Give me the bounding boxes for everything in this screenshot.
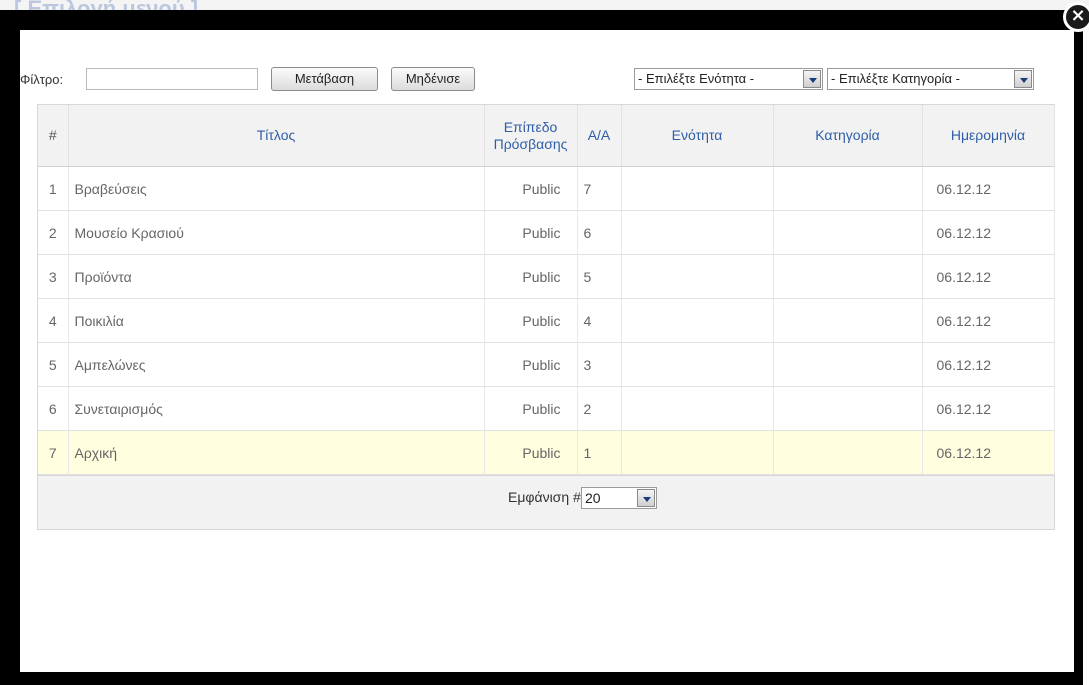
cell-date: 06.12.12 — [922, 166, 1055, 211]
cell-order: 5 — [577, 254, 622, 299]
cell-date: 06.12.12 — [922, 430, 1055, 475]
cell-title[interactable]: Βραβεύσεις — [68, 166, 485, 211]
column-header-access[interactable]: Επίπεδο Πρόσβασης — [484, 105, 578, 167]
table-row-highlighted[interactable]: 7 Αρχική Public 1 06.12.12 — [38, 430, 1055, 475]
cell-access: Public — [484, 254, 578, 299]
cell-access: Public — [484, 430, 578, 475]
cell-date: 06.12.12 — [922, 298, 1055, 343]
column-header-section[interactable]: Ενότητα — [621, 105, 774, 167]
cell-access: Public — [484, 298, 578, 343]
reset-button[interactable]: Μηδένισε — [391, 67, 475, 91]
cell-access: Public — [484, 210, 578, 255]
cell-title[interactable]: Μουσείο Κρασιού — [68, 210, 485, 255]
category-select-value: - Επιλέξτε Κατηγορία - — [831, 71, 960, 86]
data-table: # Τίτλος Επίπεδο Πρόσβασης Α/Α Ενότητα Κ… — [38, 105, 1055, 475]
cell-order: 6 — [577, 210, 622, 255]
cell-num: 7 — [38, 430, 69, 475]
cell-num: 3 — [38, 254, 69, 299]
pagination-footer: Εμφάνιση # 20 — [38, 475, 1054, 528]
table-row[interactable]: 5 Αμπελώνες Public 3 06.12.12 — [38, 342, 1055, 387]
cell-order: 7 — [577, 166, 622, 211]
menu-items-table: # Τίτλος Επίπεδο Πρόσβασης Α/Α Ενότητα Κ… — [37, 104, 1055, 530]
cell-num: 5 — [38, 342, 69, 387]
cell-order: 3 — [577, 342, 622, 387]
chevron-down-icon[interactable] — [803, 70, 821, 88]
cell-order: 2 — [577, 386, 622, 431]
table-row[interactable]: 6 Συνεταιρισμός Public 2 06.12.12 — [38, 386, 1055, 431]
table-row[interactable]: 4 Ποικιλία Public 4 06.12.12 — [38, 298, 1055, 343]
column-header-num: # — [38, 105, 69, 167]
table-row[interactable]: 1 Βραβεύσεις Public 7 06.12.12 — [38, 166, 1055, 211]
cell-section — [621, 342, 774, 387]
cell-title[interactable]: Αρχική — [68, 430, 485, 475]
cell-title[interactable]: Συνεταιρισμός — [68, 386, 485, 431]
chevron-down-icon[interactable] — [637, 489, 655, 507]
cell-date: 06.12.12 — [922, 342, 1055, 387]
cell-section — [621, 166, 774, 211]
cell-date: 06.12.12 — [922, 210, 1055, 255]
show-count-label: Εμφάνιση # — [508, 489, 581, 505]
cell-num: 1 — [38, 166, 69, 211]
table-row[interactable]: 2 Μουσείο Κρασιού Public 6 06.12.12 — [38, 210, 1055, 255]
cell-access: Public — [484, 166, 578, 211]
cell-category — [773, 210, 923, 255]
column-header-date[interactable]: Ημερομηνία — [922, 105, 1055, 167]
column-header-category[interactable]: Κατηγορία — [773, 105, 923, 167]
table-header-row: # Τίτλος Επίπεδο Πρόσβασης Α/Α Ενότητα Κ… — [38, 105, 1055, 167]
filter-label: Φίλτρο: — [20, 72, 64, 87]
cell-num: 2 — [38, 210, 69, 255]
cell-category — [773, 342, 923, 387]
cell-access: Public — [484, 386, 578, 431]
cell-order: 1 — [577, 430, 622, 475]
cell-category — [773, 254, 923, 299]
cell-title[interactable]: Προϊόντα — [68, 254, 485, 299]
cell-section — [621, 298, 774, 343]
column-header-order[interactable]: Α/Α — [577, 105, 622, 167]
filter-input[interactable] — [86, 68, 258, 90]
cell-num: 4 — [38, 298, 69, 343]
section-select[interactable]: - Επιλέξτε Ενότητα - — [634, 68, 823, 90]
cell-section — [621, 254, 774, 299]
cell-category — [773, 386, 923, 431]
cell-access: Public — [484, 342, 578, 387]
cell-category — [773, 166, 923, 211]
cell-section — [621, 210, 774, 255]
cell-date: 06.12.12 — [922, 386, 1055, 431]
cell-num: 6 — [38, 386, 69, 431]
close-icon[interactable]: × — [1063, 2, 1089, 32]
filter-toolbar: Φίλτρο: Μετάβαση Μηδένισε - Επιλέξτε Ενό… — [20, 67, 1034, 95]
column-header-title[interactable]: Τίτλος — [68, 105, 485, 167]
section-select-value: - Επιλέξτε Ενότητα - — [638, 71, 755, 86]
cell-section — [621, 386, 774, 431]
cell-section — [621, 430, 774, 475]
cell-date: 06.12.12 — [922, 254, 1055, 299]
cell-title[interactable]: Αμπελώνες — [68, 342, 485, 387]
show-count-select[interactable]: 20 — [581, 487, 657, 509]
cell-category — [773, 298, 923, 343]
show-count-value: 20 — [585, 490, 601, 506]
category-select[interactable]: - Επιλέξτε Κατηγορία - — [827, 68, 1034, 90]
chevron-down-icon[interactable] — [1014, 70, 1032, 88]
cell-title[interactable]: Ποικιλία — [68, 298, 485, 343]
table-row[interactable]: 3 Προϊόντα Public 5 06.12.12 — [38, 254, 1055, 299]
cell-order: 4 — [577, 298, 622, 343]
go-button[interactable]: Μετάβαση — [271, 67, 378, 91]
cell-category — [773, 430, 923, 475]
